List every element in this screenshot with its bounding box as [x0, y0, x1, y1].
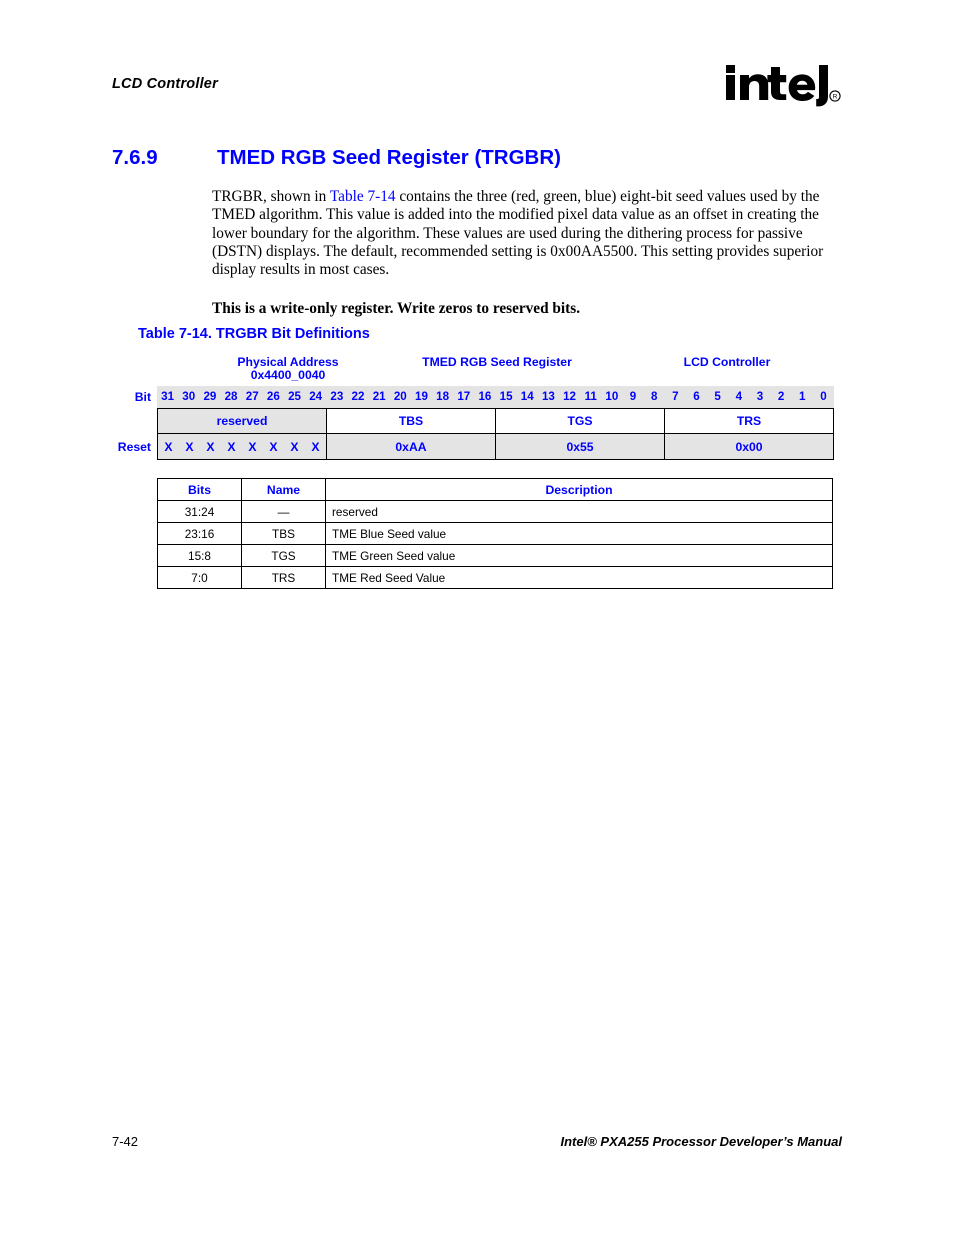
- register-name-label: TMED RGB Seed Register: [422, 355, 572, 369]
- bit-number: 31: [161, 390, 175, 403]
- footer-manual-title: Intel® PXA255 Processor Developer’s Manu…: [560, 1134, 843, 1149]
- bit-number: 1: [799, 390, 806, 403]
- cell-name: TRS: [241, 566, 326, 589]
- bit-row-label: Bit: [134, 390, 151, 404]
- bit-number: 21: [372, 390, 386, 403]
- bit-number: 25: [288, 390, 301, 403]
- bit-number: 5: [714, 390, 721, 403]
- cell-description: TME Blue Seed value: [325, 522, 833, 545]
- reset-value-cells: X X X X X X X X 0xAA 0x55 0x00: [157, 434, 834, 460]
- bit-number: 17: [457, 390, 471, 403]
- cell-description: TME Red Seed Value: [325, 566, 833, 589]
- bit-number: 30: [182, 390, 196, 403]
- bit-number: 29: [203, 390, 217, 403]
- cell-bits: 15:8: [157, 544, 242, 567]
- table-row: 23:16 TBS TME Blue Seed value: [157, 522, 833, 545]
- body-content: TRGBR, shown in Table 7-14 contains the …: [212, 188, 837, 319]
- bit-description-table: Bits Name Description 31:24 — reserved 2…: [157, 478, 833, 589]
- bit-number: 19: [415, 390, 428, 403]
- register-header-labels: Physical Address 0x4400_0040 TMED RGB Se…: [157, 355, 834, 386]
- table-caption: Table 7-14. TRGBR Bit Definitions: [138, 326, 370, 342]
- column-header-name: Name: [241, 478, 326, 501]
- reset-value-reserved: X X X X X X X X: [157, 434, 326, 460]
- bit-number: 18: [436, 390, 450, 403]
- cell-bits: 23:16: [157, 522, 242, 545]
- bit-number: 8: [650, 390, 658, 403]
- cell-bits: 31:24: [157, 500, 242, 523]
- bit-number: 27: [245, 390, 259, 403]
- bit-number: 12: [563, 390, 576, 403]
- physical-address-label: Physical Address 0x4400_0040: [237, 355, 339, 383]
- svg-text:R: R: [833, 94, 838, 101]
- block-name-label: LCD Controller: [683, 355, 771, 369]
- reset-x-mark: X: [290, 439, 299, 454]
- reset-value-tbs: 0xAA: [326, 434, 495, 460]
- table-row: 7:0 TRS TME Red Seed Value: [157, 566, 833, 589]
- bit-number: 7: [672, 390, 679, 403]
- field-name-trs: TRS: [664, 408, 834, 434]
- cell-bits: 7:0: [157, 566, 242, 589]
- field-name-tgs: TGS: [495, 408, 664, 434]
- write-only-note: This is a write-only register. Write zer…: [212, 300, 581, 318]
- bit-number: 2: [777, 390, 785, 403]
- bit-number: 4: [735, 390, 743, 403]
- field-name-row: reserved TBS TGS TRS: [118, 408, 834, 434]
- table-cross-reference-link[interactable]: Table 7-14: [330, 188, 396, 205]
- bit-number: 16: [478, 390, 492, 403]
- reset-x-mark: X: [248, 439, 257, 454]
- reset-value-tgs: 0x55: [495, 434, 664, 460]
- reset-x-mark: X: [164, 439, 173, 454]
- bit-number: 14: [520, 390, 534, 403]
- column-header-description: Description: [325, 478, 833, 501]
- description-paragraph: TRGBR, shown in Table 7-14 contains the …: [212, 188, 837, 279]
- bit-number: 9: [629, 390, 637, 403]
- table-row: 15:8 TGS TME Green Seed value: [157, 544, 833, 567]
- reset-x-mark: X: [269, 439, 278, 454]
- reset-value-row: Reset X X X X X X X X 0xAA 0x55 0x00: [118, 434, 834, 460]
- cell-name: TGS: [241, 544, 326, 567]
- field-name-cells: reserved TBS TGS TRS: [157, 408, 834, 434]
- reset-x-mark: X: [185, 439, 194, 454]
- bit-number: 13: [541, 390, 555, 403]
- reset-value-trs: 0x00: [664, 434, 834, 460]
- cell-name: TBS: [241, 522, 326, 545]
- running-head: LCD Controller: [112, 76, 218, 92]
- field-name-reserved: reserved: [157, 408, 326, 434]
- column-header-bits: Bits: [157, 478, 242, 501]
- bit-number: 26: [266, 390, 280, 403]
- bit-number-cells: 31 30 29 28 27 26 25 24 23 22 21 20 19 1…: [157, 386, 834, 408]
- table-row: 31:24 — reserved: [157, 500, 833, 523]
- cell-description: TME Green Seed value: [325, 544, 833, 567]
- bit-number: 6: [693, 390, 700, 403]
- intel-logo: R: [724, 62, 842, 110]
- bit-number: 20: [393, 390, 407, 403]
- cell-name: —: [241, 500, 326, 523]
- field-name-row-gutter: [118, 408, 157, 434]
- footer-page-number: 7-42: [112, 1134, 139, 1149]
- bit-number: 3: [756, 390, 764, 403]
- bit-number: 11: [584, 390, 597, 403]
- bit-number-row: Bit 31 30 29 28 27 26 25 24 23 22 21 20 …: [118, 386, 834, 408]
- bit-number: 0: [820, 390, 827, 403]
- field-name-tbs: TBS: [326, 408, 495, 434]
- bit-number: 10: [605, 390, 619, 403]
- bit-number: 15: [499, 390, 513, 403]
- reset-x-mark: X: [206, 439, 215, 454]
- bit-number: 23: [330, 390, 344, 403]
- paragraph-text-before-xref: TRGBR, shown in: [212, 188, 330, 205]
- reset-x-mark: X: [227, 439, 236, 454]
- table-header-row: Bits Name Description: [157, 478, 833, 501]
- bit-number: 22: [351, 390, 365, 403]
- bit-number: 28: [224, 390, 238, 403]
- reset-x-mark: X: [311, 439, 320, 454]
- register-bit-diagram: Physical Address 0x4400_0040 TMED RGB Se…: [118, 355, 834, 460]
- reset-row-label: Reset: [117, 440, 151, 454]
- section-title: TMED RGB Seed Register (TRGBR): [217, 146, 561, 169]
- section-heading: 7.6.9 TMED RGB Seed Register (TRGBR): [112, 146, 842, 170]
- cell-description: reserved: [325, 500, 833, 523]
- section-number: 7.6.9: [112, 146, 158, 169]
- bit-number: 24: [309, 390, 323, 403]
